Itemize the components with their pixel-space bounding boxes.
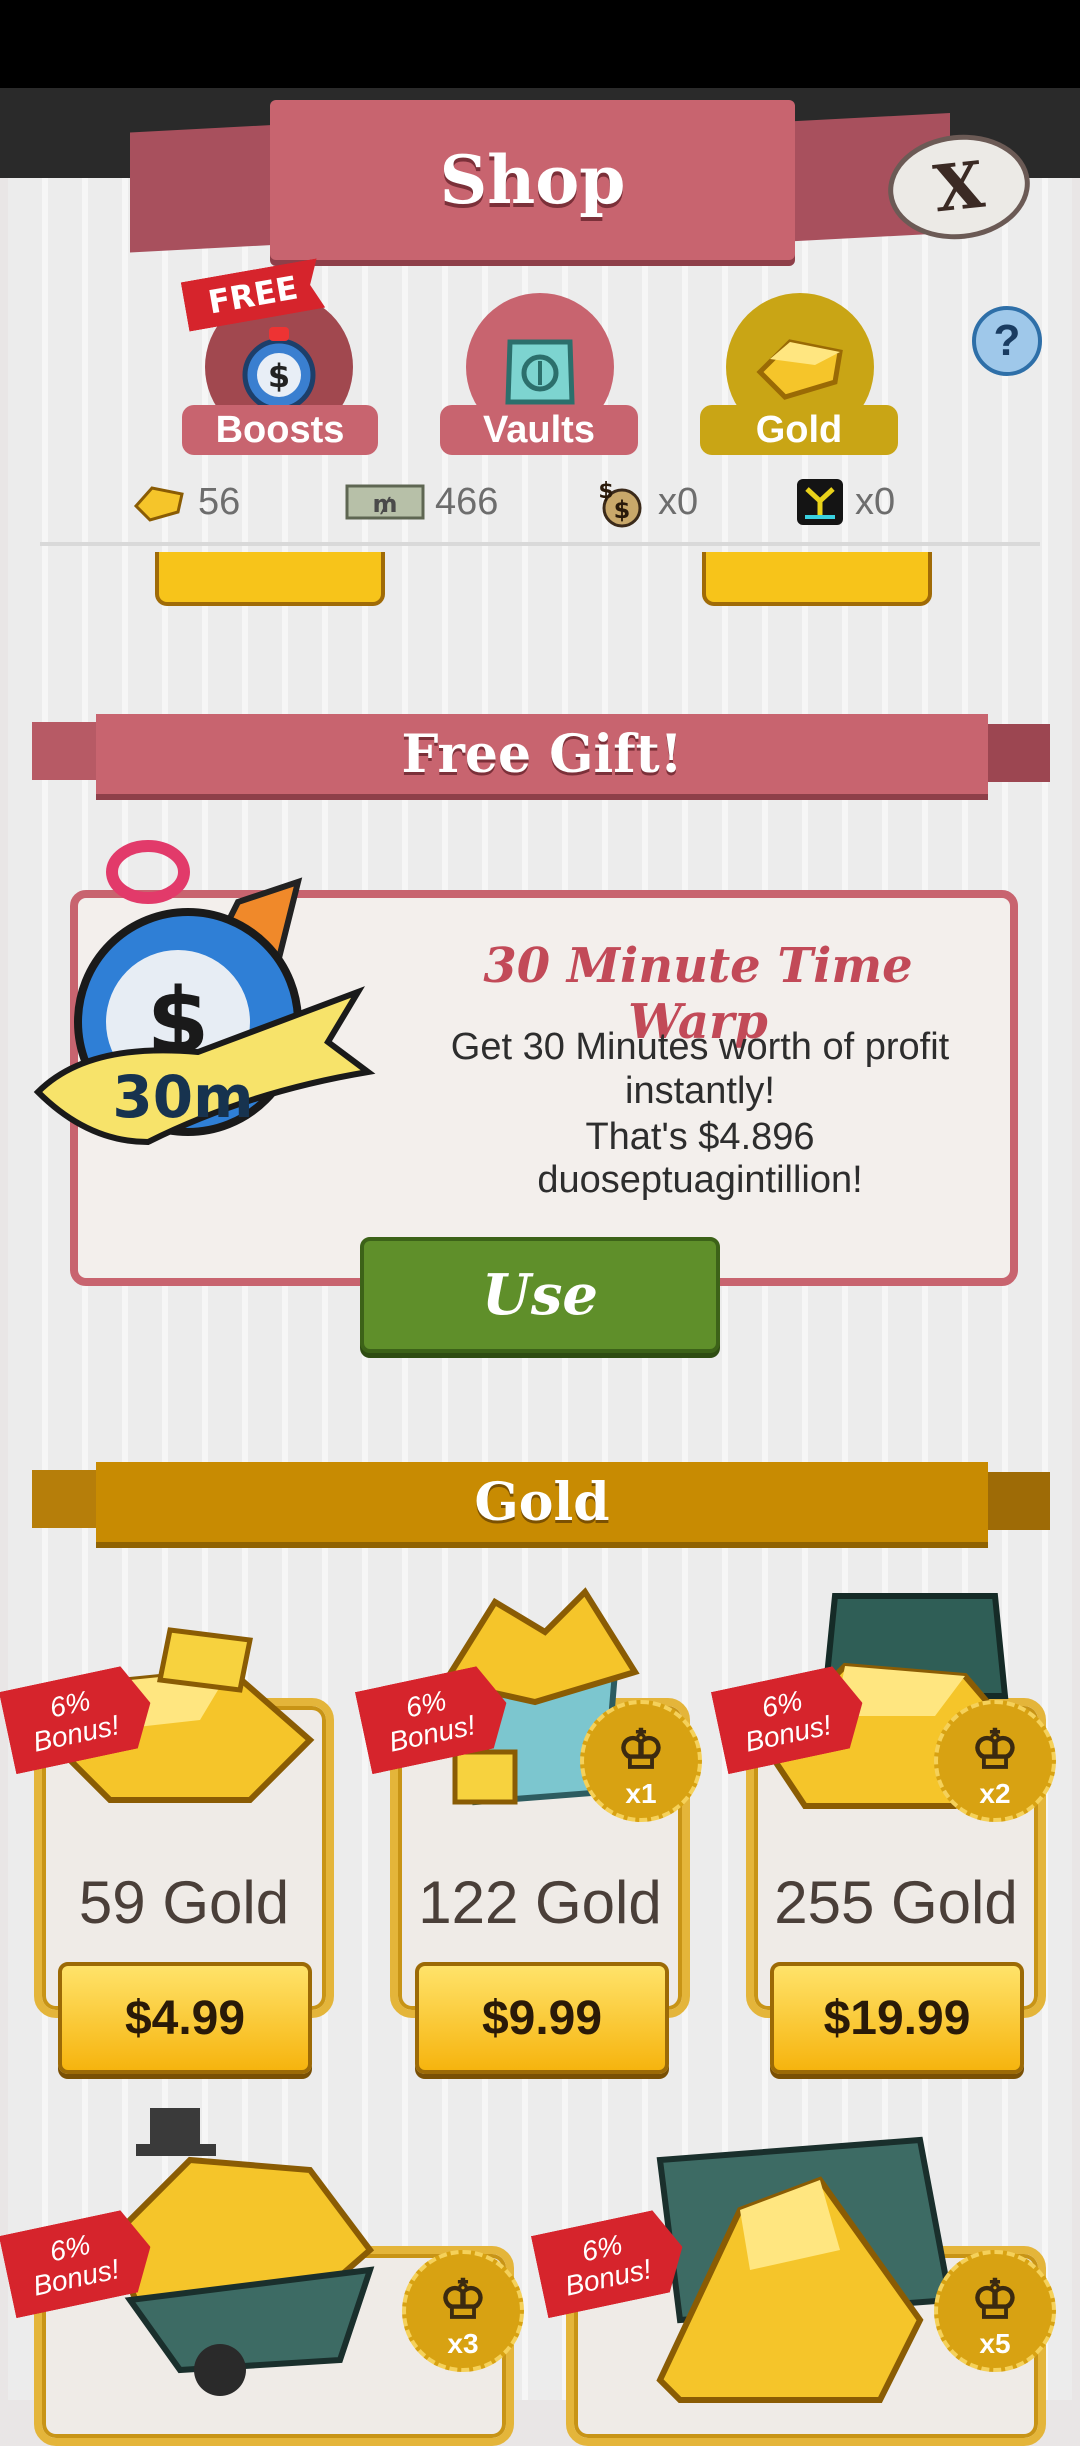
free-gift-header: Free Gift! <box>96 714 988 794</box>
money-bag-icon: $ $ <box>598 479 642 528</box>
use-button[interactable]: Use <box>360 1237 720 1353</box>
tab-gold-label[interactable]: Gold <box>700 405 898 455</box>
gold-count: 56 <box>198 480 241 523</box>
page-title: Shop <box>439 141 626 219</box>
close-icon: X <box>930 147 988 227</box>
time-warp-label: 30m <box>112 1063 253 1131</box>
capitalist-icon: ♔ <box>438 2270 488 2330</box>
money-bag-count: x0 <box>658 480 699 523</box>
scrolled-price-button[interactable] <box>702 552 932 606</box>
capitalist-icon: ♔ <box>616 1720 666 1780</box>
gold-pack-amount: 59 Gold <box>78 1869 290 1936</box>
svg-text:$: $ <box>598 479 613 504</box>
svg-text:₥: ₥ <box>372 490 397 518</box>
currency-megabucks: ₥ 466 <box>345 474 498 530</box>
free-gift-desc-line2: instantly! <box>625 1070 775 1112</box>
multiplier-label: x1 <box>625 1778 657 1809</box>
gold-icon <box>133 486 184 522</box>
svg-text:$: $ <box>268 357 290 395</box>
angel-multiplier-badge: ♔ x1 <box>580 1700 702 1822</box>
time-warp-icon: $ 30m <box>33 840 376 1146</box>
multiplier-label: x5 <box>979 2328 1011 2359</box>
divider <box>40 542 1040 546</box>
chest-key-count: x0 <box>855 480 896 523</box>
buy-122-gold-button[interactable]: $9.99 <box>415 1962 669 2074</box>
scrolled-price-button[interactable] <box>155 552 385 606</box>
megabucks-count: 466 <box>435 480 499 523</box>
free-gift-desc-line3: That's $4.896 duoseptuagintillion! <box>537 1116 863 1201</box>
gold-pack-amount: 255 Gold <box>774 1869 1018 1936</box>
gold-section-header: Gold <box>96 1462 988 1542</box>
svg-text:$: $ <box>614 496 631 524</box>
gold-pack-amount: 122 Gold <box>418 1869 662 1936</box>
buy-255-gold-button[interactable]: $19.99 <box>770 1962 1024 2074</box>
multiplier-label: x3 <box>447 2328 479 2359</box>
tab-vaults-label[interactable]: Vaults <box>440 405 638 455</box>
angel-multiplier-badge: ♔ x3 <box>402 2250 524 2372</box>
help-button[interactable]: ? <box>972 306 1042 376</box>
angel-multiplier-badge: ♔ x2 <box>934 1700 1056 1822</box>
currency-chest-key: x0 <box>795 474 895 530</box>
buy-59-gold-button[interactable]: $4.99 <box>58 1962 312 2074</box>
megabucks-icon: ₥ <box>345 484 425 520</box>
capitalist-icon: ♔ <box>970 1720 1020 1780</box>
boost-stopwatch-icon: $ <box>242 327 316 412</box>
currency-money-bag: $ $ x0 <box>592 474 698 530</box>
status-bar <box>0 0 1080 88</box>
free-gift-desc-line1: Get 30 Minutes worth of profit <box>450 1026 950 1068</box>
multiplier-label: x2 <box>979 1778 1011 1809</box>
tab-boosts-label[interactable]: Boosts <box>182 405 378 455</box>
angel-multiplier-badge: ♔ x5 <box>934 2250 1056 2372</box>
currency-gold: 56 <box>132 474 240 530</box>
chest-key-icon <box>797 479 843 525</box>
vault-icon <box>505 339 575 405</box>
gold-bar-icon <box>756 339 843 400</box>
capitalist-icon: ♔ <box>970 2270 1020 2330</box>
title-banner: Shop <box>270 100 795 260</box>
